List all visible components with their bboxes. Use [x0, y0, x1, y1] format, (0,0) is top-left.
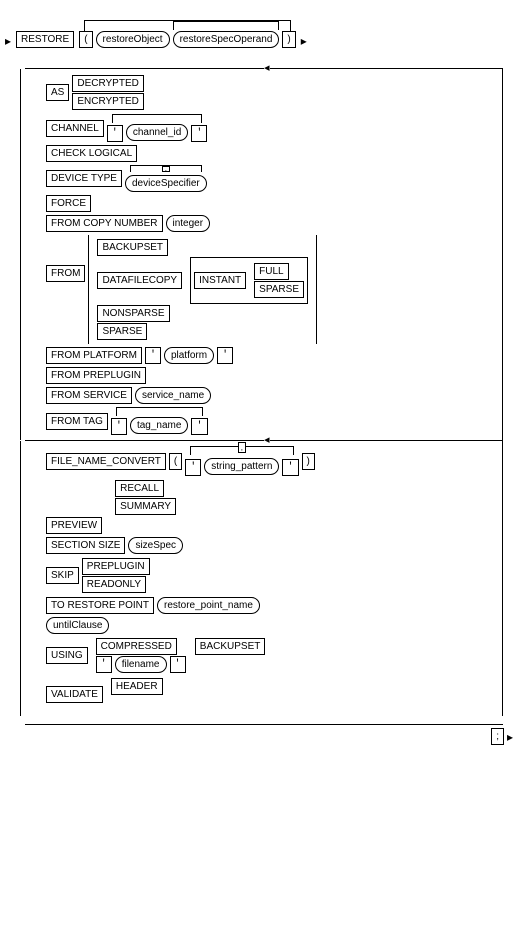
- nt-restoreSpecOperand: restoreSpecOperand: [173, 31, 280, 48]
- quote: ': [185, 459, 201, 476]
- kw-check-logical: CHECK LOGICAL: [46, 145, 137, 162]
- nt-sizeSpec: sizeSpec: [128, 537, 183, 554]
- kw-readonly: READONLY: [82, 576, 146, 593]
- kw-section-size: SECTION SIZE: [46, 537, 125, 554]
- kw-summary: SUMMARY: [115, 498, 176, 515]
- nt-integer: integer: [166, 215, 211, 232]
- kw-recall: RECALL: [115, 480, 164, 497]
- kw-datafilecopy: DATAFILECOPY: [97, 272, 182, 289]
- kw-using: USING: [46, 647, 88, 664]
- kw-encrypted: ENCRYPTED: [72, 93, 144, 110]
- kw-file-name-convert: FILE_NAME_CONVERT: [46, 453, 166, 470]
- quote: ': [107, 125, 123, 142]
- kw-as: AS: [46, 84, 69, 101]
- kw-from-service: FROM SERVICE: [46, 387, 132, 404]
- kw-sparse2: SPARSE: [97, 323, 147, 340]
- kw-preplugin: PREPLUGIN: [82, 558, 150, 575]
- rparen: ): [282, 31, 295, 48]
- kw-from-preplugin: FROM PREPLUGIN: [46, 367, 146, 384]
- kw-sparse: SPARSE: [254, 281, 304, 298]
- kw-preview: PREVIEW: [46, 517, 102, 534]
- nt-tag-name: tag_name: [130, 417, 188, 434]
- kw-validate: VALIDATE: [46, 686, 103, 703]
- nt-channel-id: channel_id: [126, 124, 188, 141]
- nt-untilClause: untilClause: [46, 617, 109, 634]
- quote: ': [217, 347, 233, 364]
- start-arrow: ▸: [5, 34, 11, 48]
- kw-device-type: DEVICE TYPE: [46, 170, 122, 187]
- top-rail: ▸ RESTORE ( restoreObject restoreSpecOpe…: [5, 5, 513, 48]
- lparen2: (: [169, 453, 182, 470]
- kw-from-tag: FROM TAG: [46, 413, 108, 430]
- kw-nonsparse: NONSPARSE: [97, 305, 169, 322]
- kw-full: FULL: [254, 263, 288, 280]
- comma: ,: [238, 442, 246, 453]
- nt-platform: platform: [164, 347, 214, 364]
- final-arrow: ▸: [507, 730, 513, 744]
- kw-backupset2: BACKUPSET: [195, 638, 266, 655]
- quote: ': [191, 125, 207, 142]
- quote: ': [96, 656, 112, 673]
- kw-skip: SKIP: [46, 567, 79, 584]
- kw-from-platform: FROM PLATFORM: [46, 347, 142, 364]
- kw-channel: CHANNEL: [46, 120, 104, 137]
- lparen: (: [79, 31, 92, 48]
- nt-restoreObject: restoreObject: [96, 31, 170, 48]
- options-block: AS DECRYPTED ENCRYPTED CHANNEL ' channel…: [20, 69, 503, 440]
- nt-service-name: service_name: [135, 387, 211, 404]
- nt-restore-point-name: restore_point_name: [157, 597, 260, 614]
- kw-backupset: BACKUPSET: [97, 239, 168, 256]
- end-arrow: ▸: [301, 34, 307, 48]
- kw-to-restore-point: TO RESTORE POINT: [46, 597, 154, 614]
- kw-force: FORCE: [46, 195, 91, 212]
- kw-from: FROM: [46, 265, 85, 282]
- nt-filename: filename: [115, 656, 167, 673]
- quote: ': [191, 418, 207, 435]
- kw-from-copy-number: FROM COPY NUMBER: [46, 215, 163, 232]
- quote: ': [170, 656, 186, 673]
- kw-header: HEADER: [111, 678, 163, 695]
- quote: ': [111, 418, 127, 435]
- quote: ': [145, 347, 161, 364]
- semicolon: ;: [491, 728, 504, 745]
- comma: ,: [162, 166, 170, 172]
- options-block-2: FILE_NAME_CONVERT ( , ' string_pattern '…: [20, 441, 503, 716]
- kw-compressed: COMPRESSED: [96, 638, 177, 655]
- quote: ': [282, 459, 298, 476]
- rparen2: ): [302, 453, 315, 470]
- kw-decrypted: DECRYPTED: [72, 75, 144, 92]
- nt-string-pattern: string_pattern: [204, 458, 279, 475]
- kw-instant: INSTANT: [194, 272, 246, 289]
- nt-deviceSpecifier: deviceSpecifier: [125, 175, 207, 192]
- kw-restore: RESTORE: [16, 31, 74, 48]
